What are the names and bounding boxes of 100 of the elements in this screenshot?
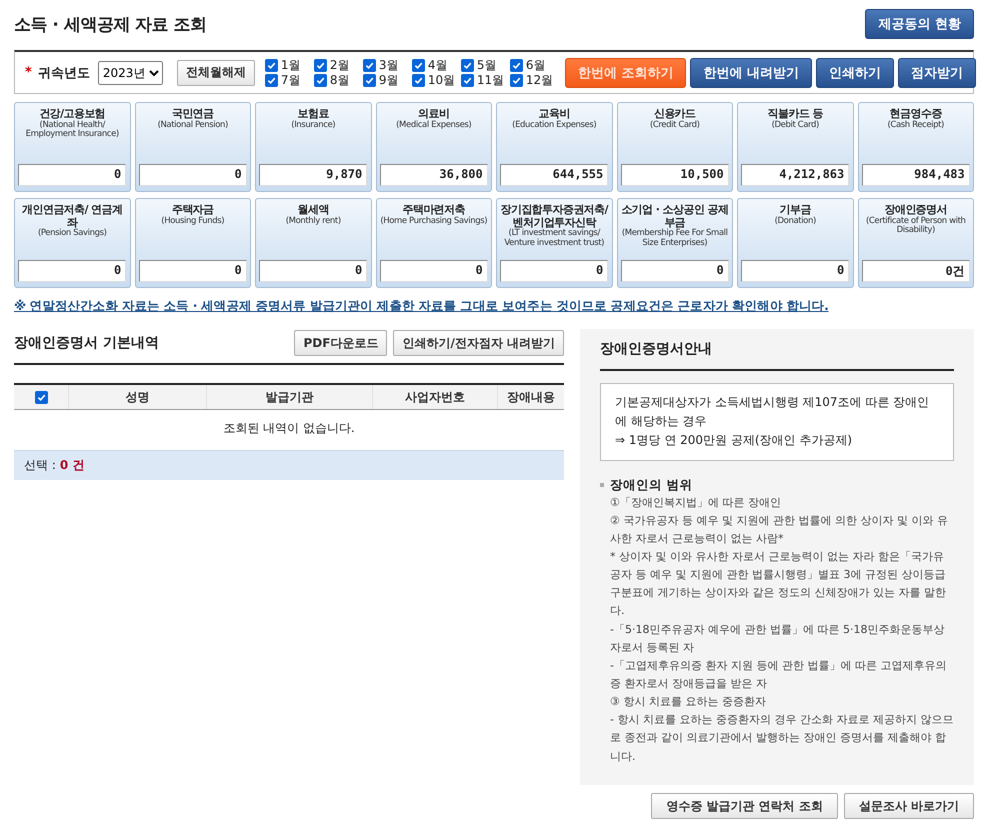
- card-subtitle: (Donation): [774, 216, 816, 226]
- amount-field: 0: [138, 164, 247, 186]
- amount-field: 0: [741, 260, 850, 282]
- action-button[interactable]: 점자받기: [898, 58, 976, 88]
- bullet-icon: [600, 483, 604, 488]
- amount-field: 0: [259, 260, 368, 282]
- card-subtitle: (Credit Card): [650, 120, 700, 130]
- card-subtitle: (Education Expenses): [512, 120, 596, 130]
- action-button[interactable]: 한번에 내려받기: [690, 58, 812, 88]
- checkbox[interactable]: [362, 58, 376, 72]
- checkbox[interactable]: [510, 74, 523, 86]
- section-button[interactable]: 인쇄하기/전자점자 내려받기: [393, 330, 564, 356]
- checkbox[interactable]: [460, 58, 474, 72]
- month-label: 1월: [280, 56, 300, 74]
- card-subtitle: (Monthly rent): [286, 216, 341, 226]
- card-label: 장애인증명서: [884, 204, 947, 216]
- card-subtitle: (Insurance): [291, 120, 336, 130]
- card-label: 개인연금저축/ 연금계좌: [21, 204, 124, 229]
- amount-field: 0: [380, 260, 488, 282]
- guide-paragraph: - 항시 치료를 요하는 중증환자의 경우 간소화 자료로 제공하지 않으므로 종전과 같이 의료기관에서 발행하는 장애인 증명서를 제출해야 합니다.: [609, 712, 954, 765]
- amount-field: 0: [18, 260, 126, 282]
- month-label: 2월: [330, 56, 350, 74]
- checkbox[interactable]: [412, 74, 425, 86]
- amount-field: 0: [138, 260, 247, 282]
- column-header: 성명: [68, 385, 206, 409]
- month-label: 10월: [428, 72, 456, 88]
- footer-button[interactable]: 영수증 발급기관 연락처 조회: [651, 793, 838, 819]
- checkbox[interactable]: [314, 58, 327, 72]
- year-label: 귀속년도: [38, 64, 90, 82]
- selection-count: 0 건: [60, 457, 84, 474]
- card-subtitle: (Housing Funds): [161, 216, 224, 226]
- checkbox[interactable]: [264, 58, 278, 72]
- card-label: 건강/고용보험: [39, 108, 106, 120]
- column-header: 장애내용: [497, 385, 564, 409]
- amount-field: 36,800: [380, 164, 488, 186]
- required-mark: *: [25, 65, 32, 80]
- card-subtitle: (LT investment savings/ Venture investment trust): [503, 229, 606, 248]
- info-text: 기본공제대상자가 소득세법시행령 제107조에 따른 장애인에 해당하는 경우: [615, 394, 930, 430]
- checkbox[interactable]: [460, 74, 474, 86]
- card-label: 주택자금: [172, 204, 214, 216]
- month-label: 4월: [428, 56, 448, 74]
- card-label: 신용카드: [654, 108, 696, 120]
- action-button[interactable]: 인쇄하기: [816, 58, 894, 88]
- column-header: 사업자번호: [372, 385, 497, 409]
- card-subtitle: (Debit Card): [772, 120, 819, 130]
- card-subtitle: (National Health/ Employment Insurance): [24, 120, 120, 140]
- amount-field: 984,483: [862, 164, 970, 186]
- guide-paragraph: -「5·18민주유공자 예우에 관한 법률」에 따른 5·18민주화운동부상자로서 등록된 자: [609, 622, 946, 656]
- amount-field: 644,555: [500, 164, 608, 186]
- section-button[interactable]: PDF다운로드: [294, 330, 388, 356]
- card-label: 기부금: [780, 204, 811, 216]
- card-label: 주택마련저축: [402, 204, 465, 216]
- card-label: 현금영수증: [890, 108, 942, 120]
- card-subtitle: (Medical Expenses): [396, 120, 472, 130]
- checkbox[interactable]: [314, 74, 327, 86]
- card-label: 장기집합투자증권저축/ 벤처기업투자신탁: [500, 204, 610, 229]
- consent-status-button[interactable]: 제공동의 현황: [865, 9, 974, 39]
- column-header: 발급기관: [206, 385, 372, 409]
- amount-field: 0: [620, 260, 729, 282]
- month-label: 9월: [378, 72, 398, 88]
- guide-title: 장애인증명서안내: [600, 329, 954, 371]
- clear-months-button[interactable]: 전체월해제: [176, 60, 255, 86]
- card-label: 보험료: [298, 108, 329, 120]
- checkbox[interactable]: [412, 58, 425, 72]
- checkbox[interactable]: [510, 58, 523, 72]
- card-subtitle: (Cash Receipt): [888, 120, 944, 130]
- month-label: 3월: [378, 56, 398, 74]
- card-subtitle: (Membership Fee For Small Size Enterprises): [620, 229, 729, 248]
- card-label: 의료비: [418, 108, 450, 120]
- checkbox[interactable]: [264, 74, 278, 86]
- card-subtitle: (Home Purchasing Savings): [380, 216, 488, 226]
- page-title: 소득 · 세액공제 자료 조회: [14, 14, 207, 36]
- checkbox[interactable]: [362, 74, 376, 86]
- footer-button[interactable]: 설문조사 바로가기: [844, 793, 974, 819]
- month-label: 12월: [526, 72, 554, 88]
- info-text: ⇒ 1명당 연 200만원 공제(장애인 추가공제): [615, 432, 854, 450]
- month-label: 6월: [526, 56, 546, 74]
- card-subtitle: (National Pension): [158, 120, 228, 130]
- guide-paragraph: ③ 항시 치료를 요하는 중증환자: [609, 694, 767, 710]
- guide-paragraph: -「고엽제후유의증 환자 지원 등에 관한 법률」에 따른 고엽제후유의증 환자로서 장애등급을 받은 자: [609, 658, 948, 692]
- card-label: 국민연금: [172, 108, 214, 120]
- card-subtitle: (Pension Savings): [38, 229, 107, 239]
- amount-field: 9,870: [259, 164, 368, 186]
- amount-field: 10,500: [620, 164, 729, 186]
- card-subtitle: (Certificate of Person with Disability): [864, 216, 967, 236]
- checkbox[interactable]: [34, 390, 48, 404]
- card-label: 소기업 · 소상공인 공제부금: [620, 204, 730, 229]
- guide-paragraph: ② 국가유공자 등 예우 및 지원에 관한 법률에 의한 상이자 및 이와 유사한 자로서 근로능력이 없는 사람*: [609, 512, 949, 547]
- guide-paragraph: ①「장애인복지법」에 따른 장애인: [609, 494, 782, 511]
- notice-link[interactable]: ※ 연말정산간소화 자료는 소득 · 세액공제 증명서류 발급기관이 제출한 자료를 그대로 보여주는 것이므로 공제요건은 근로자가 확인해야 합니다.: [14, 298, 974, 315]
- card-label: 직불카드 등: [768, 108, 823, 120]
- guide-paragraph: * 상이자 및 이와 유사한 자로서 근로능력이 없는 자라 함은「국가유공자 등 예우 및 지원에 관한 법률시행령」별표 3에 규정된 상이등급 구분표에 게기하는 상이자와 같은 정도의 신체장애가 있는 자를 말한다.: [609, 548, 947, 620]
- month-label: 7월: [280, 72, 300, 88]
- month-label: 8월: [330, 72, 350, 88]
- year-select[interactable]: 2023년: [98, 60, 163, 84]
- amount-field: 4,212,863: [741, 164, 850, 186]
- card-label: 교육비: [538, 108, 570, 120]
- empty-message: 조회된 내역이 없습니다.: [222, 420, 356, 437]
- scope-title: 장애인의 범위: [610, 476, 692, 494]
- card-label: 월세액: [298, 204, 329, 216]
